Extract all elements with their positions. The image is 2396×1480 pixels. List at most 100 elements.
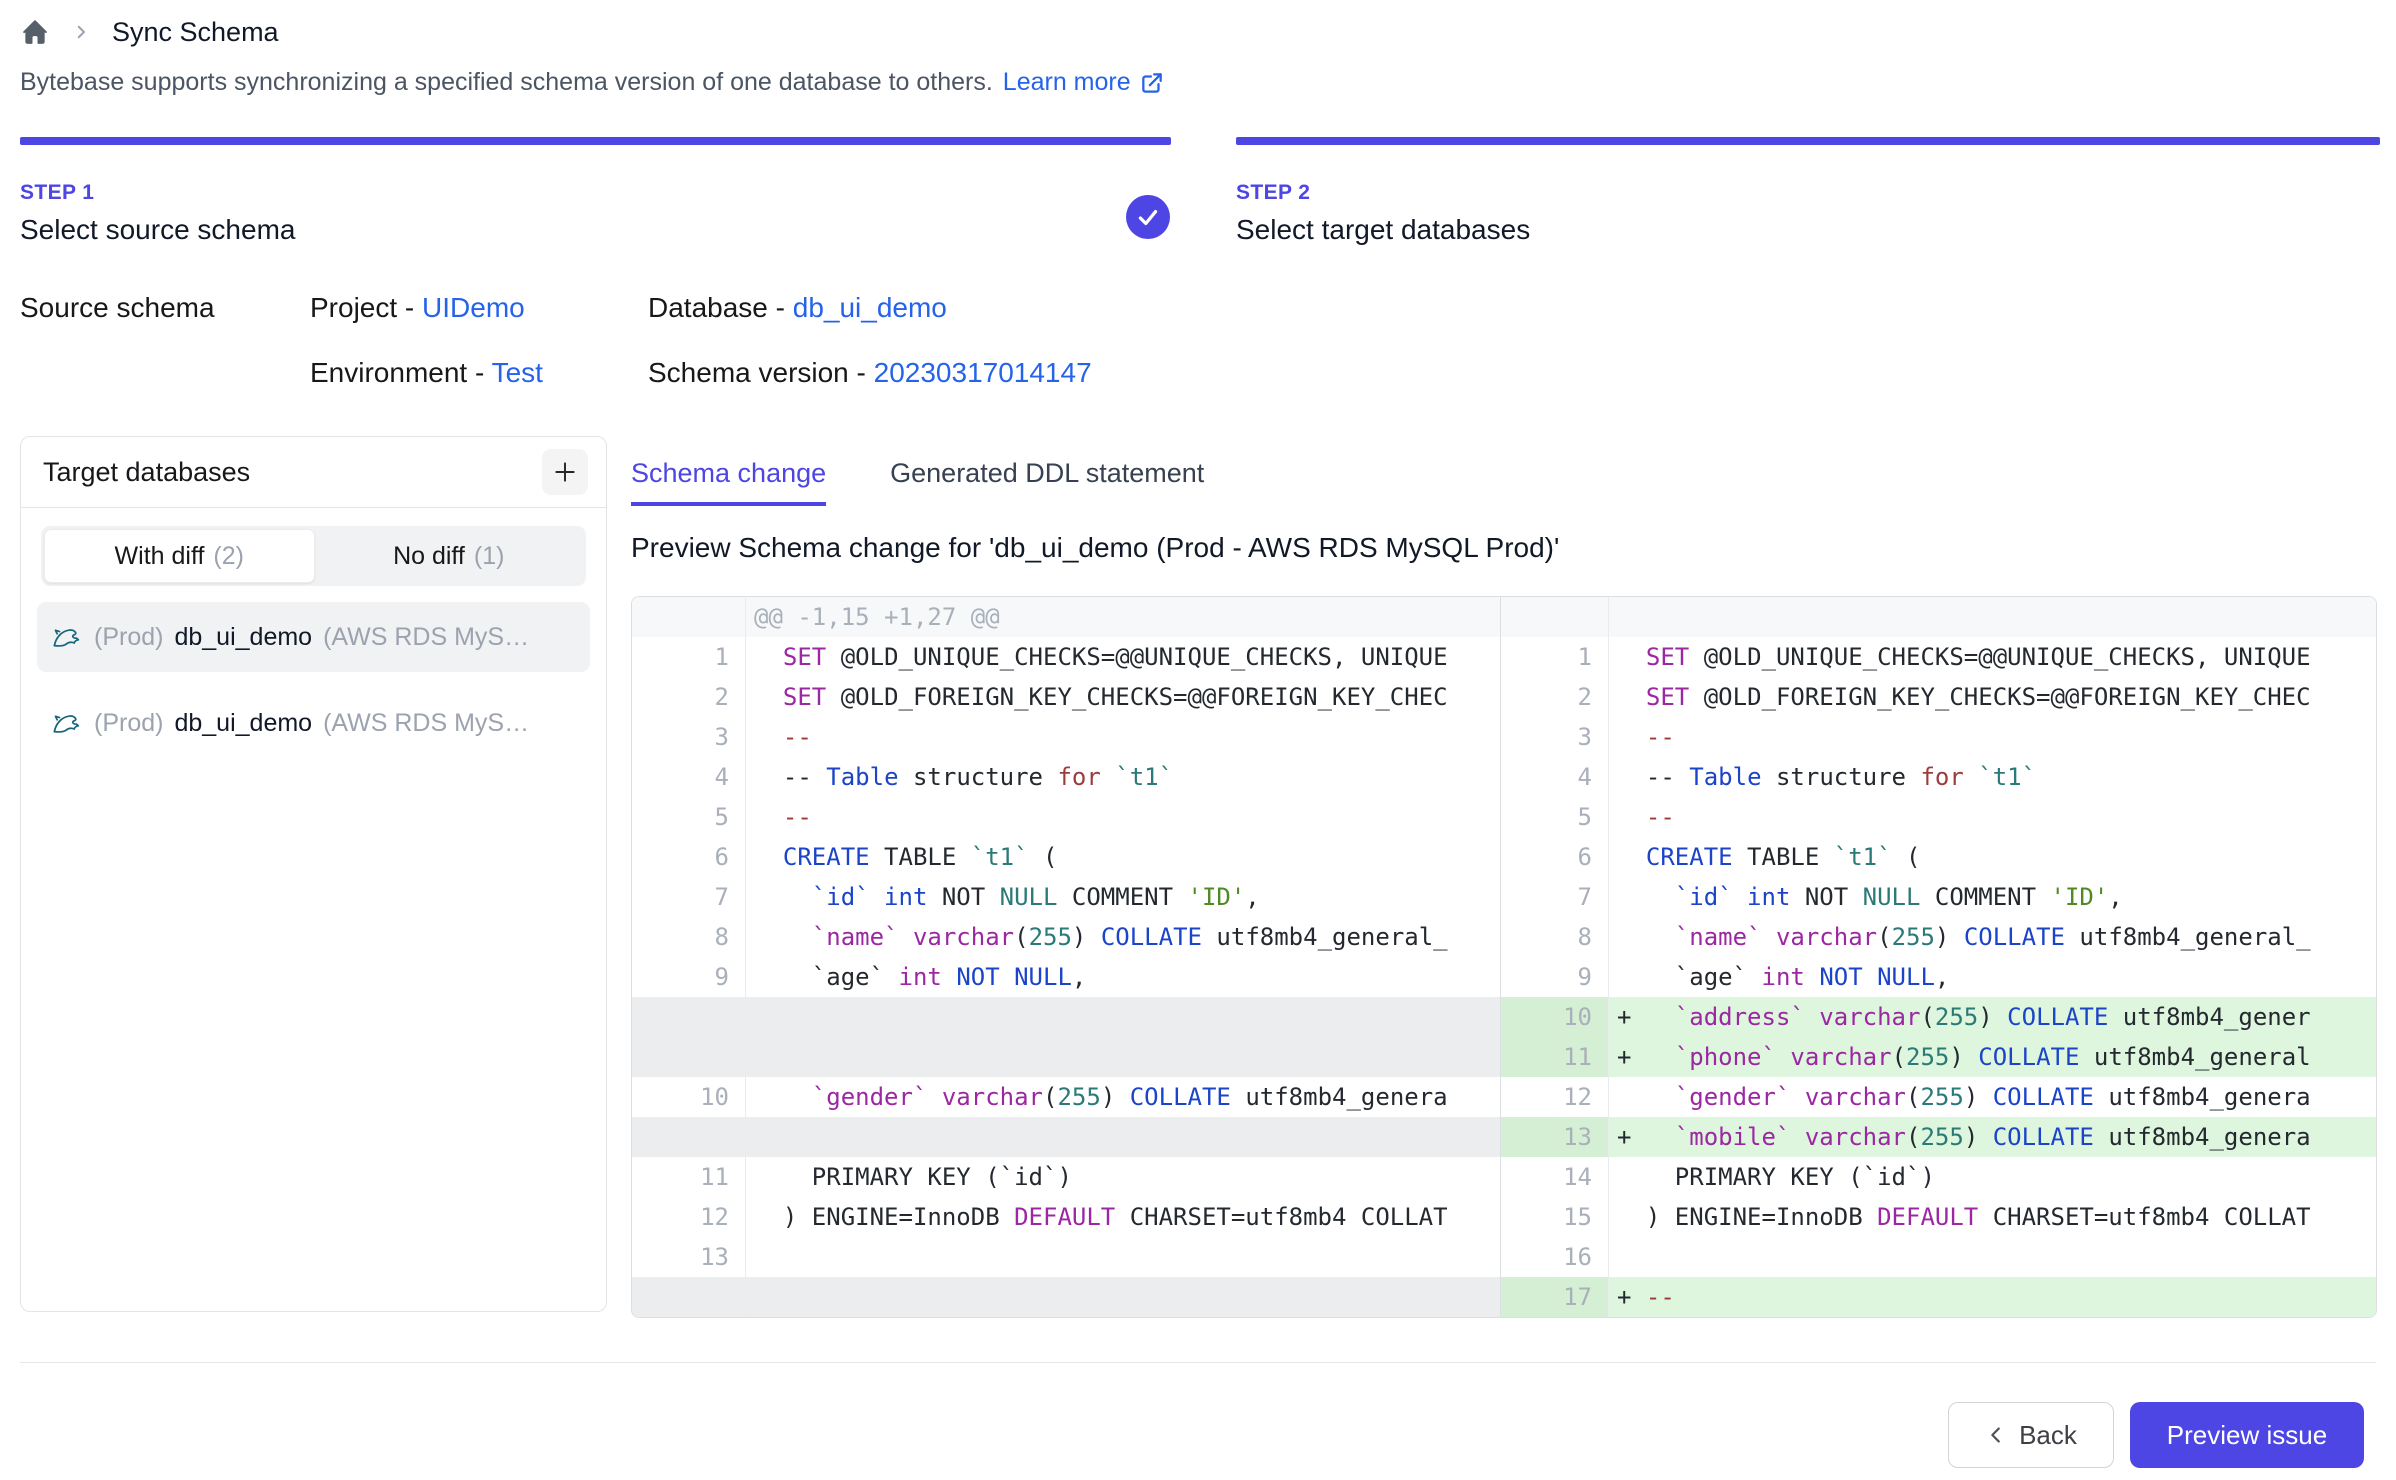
diff-line-number: [632, 597, 746, 637]
diff-code-line: ) ENGINE=InnoDB DEFAULT CHARSET=utf8mb4 …: [1609, 1197, 2376, 1237]
diff-line-number: 7: [632, 877, 746, 917]
target-panel-title: Target databases: [43, 457, 250, 488]
diff-line-number: 6: [632, 837, 746, 877]
diff-line-number: 2: [632, 677, 746, 717]
diff-code-line: `gender` varchar(255) COLLATE utf8mb4_ge…: [746, 1077, 1501, 1117]
source-environment-field: Environment - Test: [310, 357, 543, 389]
diff-code-line: `name` varchar(255) COLLATE utf8mb4_gene…: [746, 917, 1501, 957]
mysql-dolphin-icon: [51, 621, 83, 653]
diff-line-number: 1: [632, 637, 746, 677]
tab-schema-change[interactable]: Schema change: [631, 458, 826, 506]
diff-line-number: 13: [632, 1237, 746, 1277]
diff-line-number: 10: [1501, 997, 1609, 1037]
back-button[interactable]: Back: [1948, 1402, 2114, 1468]
diff-code-line: [1609, 1237, 2376, 1277]
diff-line-number: 8: [1501, 917, 1609, 957]
diff-code-line: [746, 1037, 1501, 1077]
tab-no-diff[interactable]: No diff(1): [315, 529, 584, 583]
chevron-right-icon: [72, 23, 90, 41]
step1-label: STEP 1: [20, 181, 295, 205]
diff-code-line: --: [1609, 717, 2376, 757]
step1-block: STEP 1 Select source schema: [20, 181, 295, 246]
target-panel-header: Target databases: [21, 437, 606, 508]
diff-line-number: 2: [1501, 677, 1609, 717]
diff-line-number: 7: [1501, 877, 1609, 917]
step2-progress-bar: [1236, 137, 2380, 145]
database-link[interactable]: db_ui_demo: [793, 292, 947, 323]
sync-schema-page: Sync Schema Bytebase supports synchroniz…: [0, 0, 2396, 1480]
step2-label: STEP 2: [1236, 181, 1530, 205]
schema-version-link[interactable]: 20230317014147: [874, 357, 1092, 388]
diff-line-number: 9: [1501, 957, 1609, 997]
diff-line-number: 11: [1501, 1037, 1609, 1077]
source-schema-label: Source schema: [20, 292, 215, 324]
tab-with-diff[interactable]: With diff(2): [44, 529, 315, 583]
diff-line-number: 1: [1501, 637, 1609, 677]
diff-code-line: + `address` varchar(255) COLLATE utf8mb4…: [1609, 997, 2376, 1037]
diff-code-line: `id` int NOT NULL COMMENT 'ID',: [746, 877, 1501, 917]
diff-code-line: SET @OLD_FOREIGN_KEY_CHECKS=@@FOREIGN_KE…: [1609, 677, 2376, 717]
diff-line-number: 15: [1501, 1197, 1609, 1237]
preview-issue-button[interactable]: Preview issue: [2130, 1402, 2364, 1468]
diff-row: 1 SET @OLD_UNIQUE_CHECKS=@@UNIQUE_CHECKS…: [632, 637, 2376, 677]
schema-diff-viewer[interactable]: @@ -1,15 +1,27 @@1 SET @OLD_UNIQUE_CHECK…: [631, 596, 2377, 1318]
diff-line-number: [632, 997, 746, 1037]
diff-code-line: PRIMARY KEY (`id`): [746, 1157, 1501, 1197]
source-project-field: Project - UIDemo: [310, 292, 525, 324]
diff-filter-tabs: With diff(2) No diff(1): [41, 526, 586, 586]
chevron-left-icon: [1985, 1424, 2007, 1446]
diff-code-line: @@ -1,15 +1,27 @@: [746, 597, 1501, 637]
diff-row: 5 --5 --: [632, 797, 2376, 837]
diff-code-line: --: [746, 797, 1501, 837]
diff-code-line: + `phone` varchar(255) COLLATE utf8mb4_g…: [1609, 1037, 2376, 1077]
intro-text: Bytebase supports synchronizing a specif…: [20, 68, 1165, 97]
source-database-field: Database - db_ui_demo: [648, 292, 947, 324]
target-database-item[interactable]: (Prod) db_ui_demo (AWS RDS MyS…: [37, 602, 590, 672]
diff-line-number: 8: [632, 917, 746, 957]
diff-line-number: 3: [1501, 717, 1609, 757]
environment-link[interactable]: Test: [492, 357, 543, 388]
diff-code-line: [1609, 597, 2376, 637]
diff-code-line: -- Table structure for `t1`: [746, 757, 1501, 797]
diff-code-line: ) ENGINE=InnoDB DEFAULT CHARSET=utf8mb4 …: [746, 1197, 1501, 1237]
diff-row: 7 `id` int NOT NULL COMMENT 'ID',7 `id` …: [632, 877, 2376, 917]
diff-line-number: 5: [1501, 797, 1609, 837]
diff-line-number: 4: [632, 757, 746, 797]
diff-code-line: [746, 1117, 1501, 1157]
add-target-database-button[interactable]: [542, 449, 588, 495]
step2-block: STEP 2 Select target databases: [1236, 181, 1530, 246]
diff-code-line: SET @OLD_FOREIGN_KEY_CHECKS=@@FOREIGN_KE…: [746, 677, 1501, 717]
diff-row: 17+ --: [632, 1277, 2376, 1317]
diff-code-line: [746, 997, 1501, 1037]
diff-code-line: [746, 1237, 1501, 1277]
project-link[interactable]: UIDemo: [422, 292, 525, 323]
diff-row: 13 16: [632, 1237, 2376, 1277]
check-icon: [1135, 204, 1161, 230]
diff-code-line: [746, 1277, 1501, 1317]
diff-line-number: [1501, 597, 1609, 637]
diff-code-line: `age` int NOT NULL,: [1609, 957, 2376, 997]
diff-row: 11+ `phone` varchar(255) COLLATE utf8mb4…: [632, 1037, 2376, 1077]
target-databases-panel: Target databases With diff(2) No diff(1)…: [20, 436, 607, 1312]
source-schema-version-field: Schema version - 20230317014147: [648, 357, 1092, 389]
diff-row: 3 --3 --: [632, 717, 2376, 757]
diff-line-number: 11: [632, 1157, 746, 1197]
diff-row: @@ -1,15 +1,27 @@: [632, 597, 2376, 637]
diff-code-line: -- Table structure for `t1`: [1609, 757, 2376, 797]
home-icon[interactable]: [20, 17, 50, 47]
diff-row: 12 ) ENGINE=InnoDB DEFAULT CHARSET=utf8m…: [632, 1197, 2376, 1237]
preview-tabs: Schema change Generated DDL statement: [631, 458, 1204, 506]
diff-line-number: 13: [1501, 1117, 1609, 1157]
diff-line-number: 12: [632, 1197, 746, 1237]
footer-divider: [20, 1362, 2376, 1363]
diff-row: 8 `name` varchar(255) COLLATE utf8mb4_ge…: [632, 917, 2376, 957]
tab-generated-ddl[interactable]: Generated DDL statement: [890, 458, 1204, 506]
diff-line-number: 14: [1501, 1157, 1609, 1197]
learn-more-link[interactable]: Learn more: [1003, 68, 1165, 97]
diff-line-number: 4: [1501, 757, 1609, 797]
step1-title: Select source schema: [20, 214, 295, 246]
diff-code-line: --: [746, 717, 1501, 757]
target-database-item[interactable]: (Prod) db_ui_demo (AWS RDS MyS…: [37, 688, 590, 758]
diff-code-line: SET @OLD_UNIQUE_CHECKS=@@UNIQUE_CHECKS, …: [746, 637, 1501, 677]
diff-code-line: SET @OLD_UNIQUE_CHECKS=@@UNIQUE_CHECKS, …: [1609, 637, 2376, 677]
